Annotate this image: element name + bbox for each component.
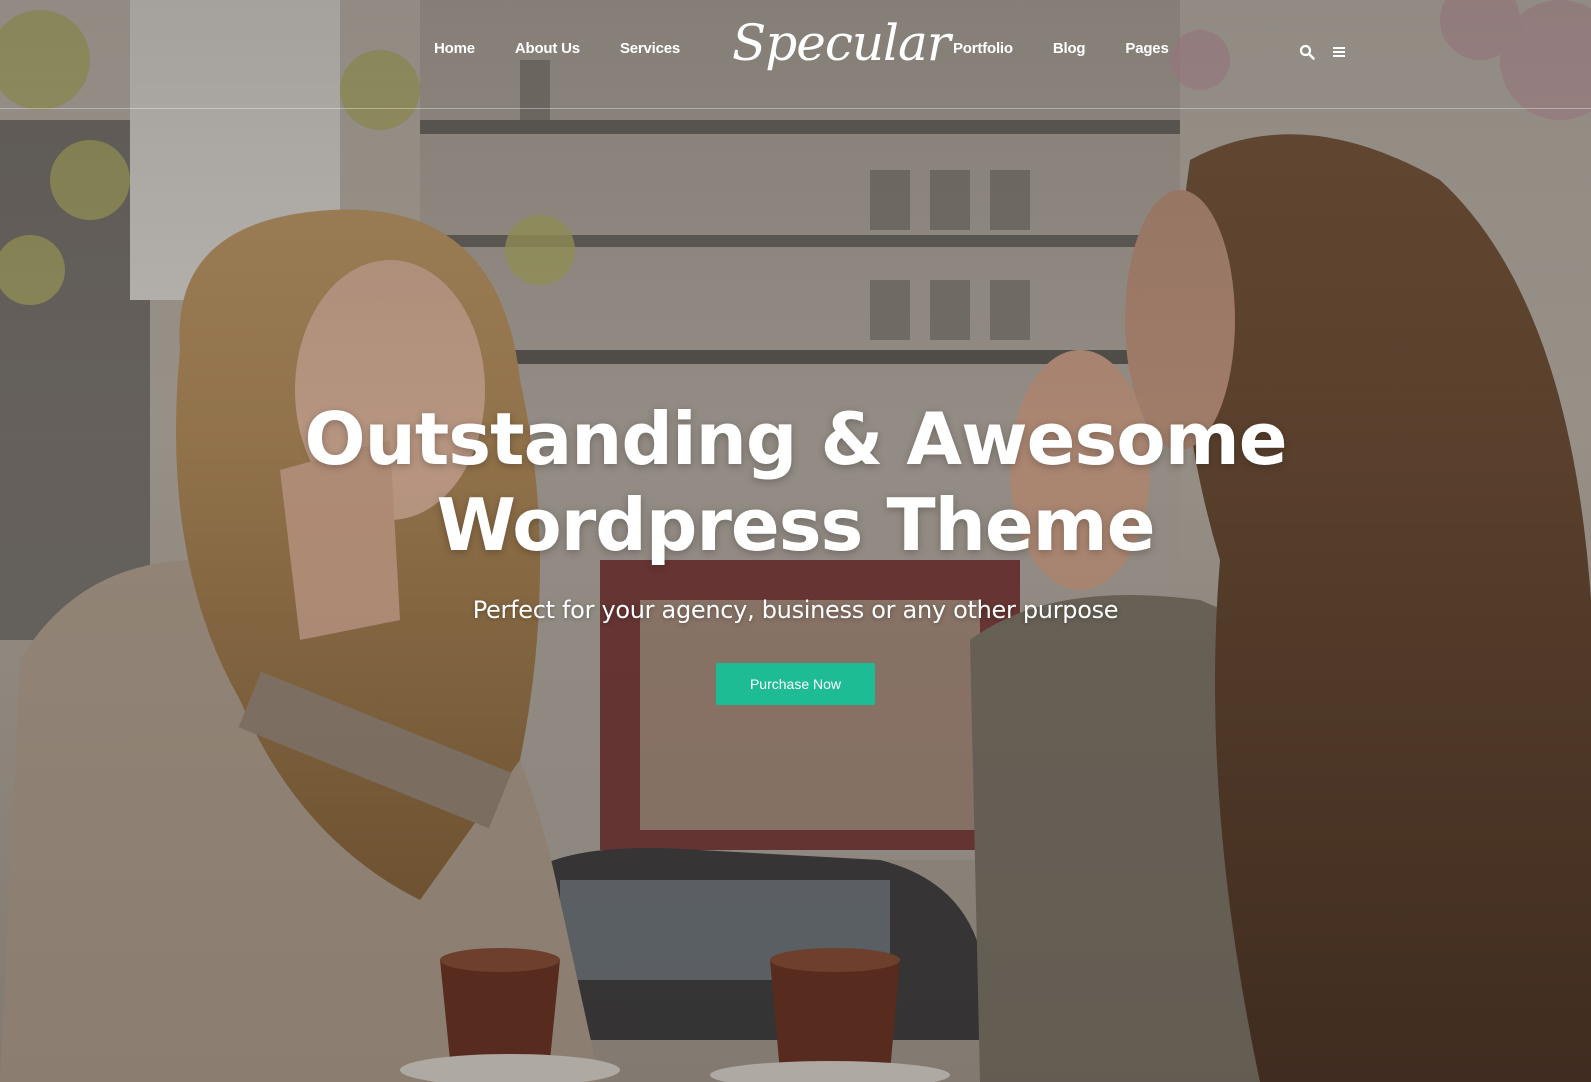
hero-subtitle: Perfect for your agency, business or any…	[472, 596, 1119, 624]
hamburger-menu-icon[interactable]	[1331, 44, 1349, 62]
site-header: Home About Us Services Specular Portfoli…	[0, 0, 1591, 109]
search-icon[interactable]	[1299, 44, 1317, 62]
nav-services[interactable]: Services	[620, 40, 680, 57]
primary-nav-left: Home About Us Services	[434, 40, 720, 57]
nav-home[interactable]: Home	[434, 40, 475, 57]
nav-portfolio[interactable]: Portfolio	[953, 40, 1013, 57]
primary-nav-right: Portfolio Blog Pages	[953, 40, 1209, 57]
hero-headline-line1: Outstanding & Awesome	[304, 397, 1287, 481]
hero-headline: Outstanding & Awesome Wordpress Theme	[0, 396, 1591, 568]
nav-pages[interactable]: Pages	[1125, 40, 1168, 57]
hero-headline-line2: Wordpress Theme	[436, 483, 1155, 567]
hero-section: Home About Us Services Specular Portfoli…	[0, 0, 1591, 1082]
nav-about-us[interactable]: About Us	[515, 40, 580, 57]
purchase-now-button[interactable]: Purchase Now	[716, 663, 875, 705]
site-logo[interactable]: Specular	[732, 18, 951, 68]
nav-blog[interactable]: Blog	[1053, 40, 1086, 57]
